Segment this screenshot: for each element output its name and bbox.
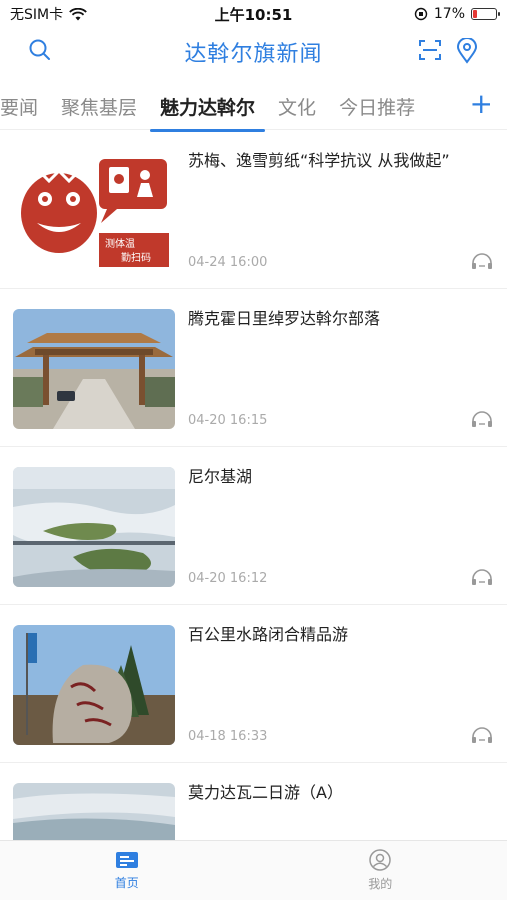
tab-meili-dawoer[interactable]: 魅力达斡尔 [150, 93, 266, 132]
app-header: 达斡尔旗新闻 [0, 30, 507, 74]
tab-yaowen[interactable]: 要闻 [0, 93, 38, 120]
news-list: 测体温 勤扫码 苏梅、逸雪剪纸“科学抗议 从我做起” 04-24 16:00 腾… [0, 131, 507, 840]
tab-wenhua[interactable]: 文化 [278, 93, 316, 120]
papercut-caption-2: 勤扫码 [121, 251, 151, 264]
tab-jujiao-jiceng[interactable]: 聚焦基层 [61, 93, 137, 120]
news-thumbnail-stone [13, 625, 175, 745]
list-item[interactable]: 莫力达瓦二日游（A） [0, 763, 507, 840]
headphones-icon[interactable] [471, 252, 493, 270]
headphones-icon[interactable] [471, 568, 493, 586]
news-title[interactable]: 苏梅、逸雪剪纸“科学抗议 从我做起” [188, 149, 493, 173]
news-title[interactable]: 百公里水路闭合精品游 [188, 623, 493, 647]
battery-percent: 17% [433, 6, 465, 22]
papercut-caption-1: 测体温 [105, 237, 135, 250]
search-icon[interactable] [28, 38, 52, 62]
tab-jinri-tuijian[interactable]: 今日推荐 [339, 93, 415, 120]
battery-icon [471, 8, 500, 20]
news-thumbnail-papercut: 测体温 勤扫码 [13, 151, 175, 271]
news-thumbnail-gate [13, 309, 175, 429]
scan-icon[interactable] [418, 38, 442, 62]
wifi-icon [69, 7, 87, 20]
status-bar: 无SIM卡 上午10:51 17% [0, 0, 507, 28]
headphones-icon[interactable] [471, 410, 493, 428]
list-item[interactable]: 腾克霍日里绰罗达斡尔部落 04-20 16:15 [0, 289, 507, 447]
news-thumbnail-lake [13, 467, 175, 587]
nav-home[interactable]: 首页 [0, 841, 254, 900]
carrier-label: 无SIM卡 [10, 7, 64, 23]
nav-profile[interactable]: 我的 [254, 841, 507, 900]
news-time: 04-24 16:00 [188, 255, 268, 270]
list-item[interactable]: 百公里水路闭合精品游 04-18 16:33 [0, 605, 507, 763]
home-icon [115, 852, 138, 868]
bottom-nav: 首页 我的 [0, 840, 507, 900]
category-tabs: 要闻 聚焦基层 魅力达斡尔 文化 今日推荐 + [0, 84, 507, 132]
news-time: 04-18 16:33 [188, 729, 268, 744]
nav-profile-label: 我的 [368, 877, 393, 891]
plus-icon[interactable]: + [470, 90, 493, 118]
location-icon[interactable] [456, 38, 478, 64]
news-time: 04-20 16:15 [188, 413, 268, 428]
nav-home-label: 首页 [114, 876, 139, 890]
page-title: 达斡尔旗新闻 [184, 42, 323, 67]
profile-icon [369, 849, 391, 871]
news-title[interactable]: 腾克霍日里绰罗达斡尔部落 [188, 307, 493, 331]
news-title[interactable]: 莫力达瓦二日游（A） [188, 781, 493, 805]
news-thumbnail-river [13, 783, 175, 840]
news-time: 04-20 16:12 [188, 571, 268, 586]
list-item[interactable]: 测体温 勤扫码 苏梅、逸雪剪纸“科学抗议 从我做起” 04-24 16:00 [0, 131, 507, 289]
headphones-icon[interactable] [471, 726, 493, 744]
news-title[interactable]: 尼尔基湖 [188, 465, 493, 489]
orientation-lock-icon [414, 7, 428, 21]
list-item[interactable]: 尼尔基湖 04-20 16:12 [0, 447, 507, 605]
status-time: 上午10:51 [214, 5, 293, 24]
